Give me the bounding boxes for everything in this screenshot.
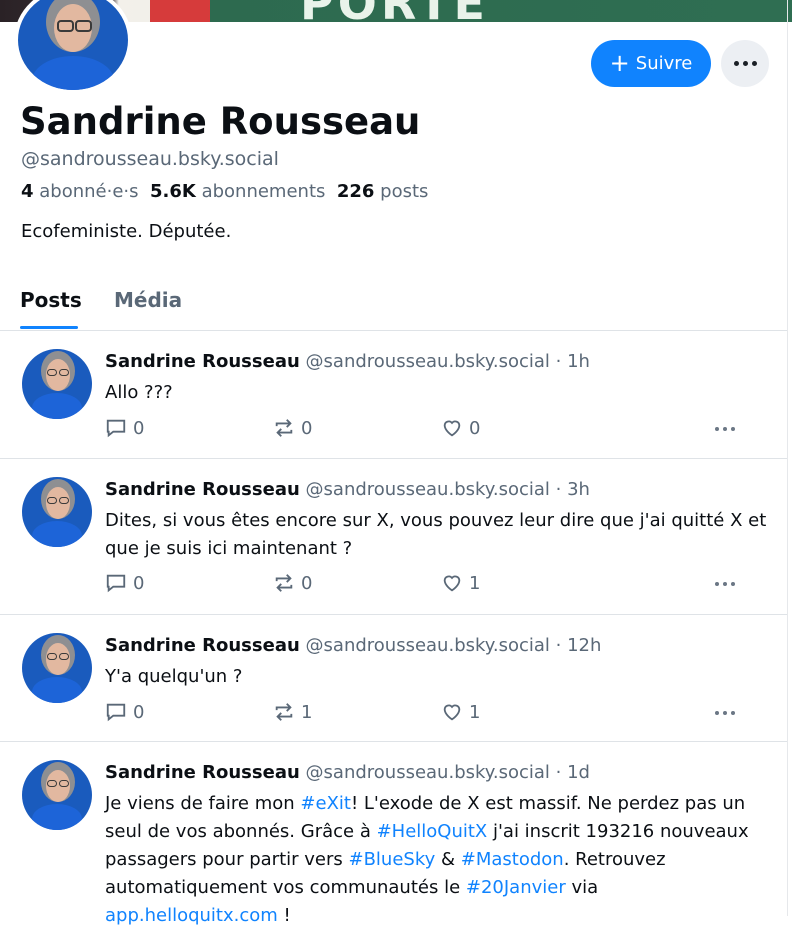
repost-button[interactable]: 0 (273, 417, 312, 439)
post-author[interactable]: Sandrine Rousseau (105, 479, 300, 500)
post-actions: 0 1 1 (105, 701, 735, 725)
reply-icon (106, 419, 126, 438)
avatar-image (18, 0, 128, 90)
post-time[interactable]: · 12h (556, 635, 602, 656)
post-author[interactable]: Sandrine Rousseau (105, 762, 300, 783)
divider (787, 0, 788, 916)
post-time[interactable]: · 3h (556, 479, 590, 500)
hashtag-link[interactable]: #HelloQuitX (377, 821, 488, 842)
post-author[interactable]: Sandrine Rousseau (105, 635, 300, 656)
profile-stats: 4 abonné·e·s 5.6K abonnements 226 posts (21, 181, 428, 202)
profile-avatar[interactable] (14, 0, 132, 94)
hashtag-link[interactable]: #Mastodon (461, 849, 564, 870)
more-dots-icon (733, 61, 757, 66)
post-avatar[interactable] (22, 349, 92, 419)
profile-name: Sandrine Rousseau (20, 100, 421, 143)
like-button[interactable]: 0 (441, 417, 480, 439)
post-actions: 0 0 0 (105, 417, 735, 441)
more-dots-icon (715, 711, 735, 715)
repost-button[interactable]: 1 (273, 701, 312, 723)
post-header: Sandrine Rousseau @sandrousseau.bsky.soc… (105, 479, 590, 500)
post-text: Allo ??? (105, 382, 173, 403)
post-text: Dites, si vous êtes encore sur X, vous p… (105, 510, 767, 559)
reply-icon (106, 703, 126, 722)
hashtag-link[interactable]: #BlueSky (348, 849, 435, 870)
like-button[interactable]: 1 (441, 572, 480, 594)
banner-graphic (150, 0, 210, 22)
post-avatar[interactable] (22, 477, 92, 547)
post-more-button[interactable] (715, 582, 735, 586)
post-header: Sandrine Rousseau @sandrousseau.bsky.soc… (105, 351, 590, 372)
following-link[interactable]: 5.6K abonnements (150, 181, 325, 202)
reply-button[interactable]: 0 (105, 417, 144, 439)
hashtag-link[interactable]: #20Janvier (466, 877, 566, 898)
post-header: Sandrine Rousseau @sandrousseau.bsky.soc… (105, 635, 601, 656)
post-item[interactable]: Sandrine Rousseau @sandrousseau.bsky.soc… (0, 742, 787, 926)
post-text: Y'a quelqu'un ? (105, 666, 243, 687)
posts-count: 226 posts (336, 181, 429, 202)
post-handle: @sandrousseau.bsky.social (305, 351, 550, 372)
follow-label: Suivre (635, 53, 693, 74)
post-handle: @sandrousseau.bsky.social (305, 479, 550, 500)
more-dots-icon (715, 582, 735, 586)
repost-icon (275, 703, 293, 721)
reply-button[interactable]: 0 (105, 701, 144, 723)
followers-link[interactable]: 4 abonné·e·s (21, 181, 139, 202)
profile-bio: Ecofeministe. Députée. (21, 221, 232, 242)
profile-handle: @sandrousseau.bsky.social (21, 148, 279, 170)
post-more-button[interactable] (715, 711, 735, 715)
follow-button[interactable]: + Suivre (591, 40, 711, 87)
post-handle: @sandrousseau.bsky.social (305, 762, 550, 783)
post-author[interactable]: Sandrine Rousseau (105, 351, 300, 372)
repost-icon (275, 419, 293, 437)
banner-graphic-letters: PORTE (300, 0, 489, 22)
profile-more-button[interactable] (721, 40, 769, 87)
plus-icon: + (609, 48, 630, 77)
post-avatar[interactable] (22, 760, 92, 830)
post-item[interactable]: Sandrine Rousseau @sandrousseau.bsky.soc… (0, 615, 787, 742)
tab-posts[interactable]: Posts (20, 288, 82, 312)
post-header: Sandrine Rousseau @sandrousseau.bsky.soc… (105, 762, 590, 783)
post-avatar[interactable] (22, 633, 92, 703)
reply-icon (106, 574, 126, 593)
post-actions: 0 0 1 (105, 572, 735, 596)
like-icon (443, 704, 461, 721)
tab-media[interactable]: Média (114, 288, 182, 312)
post-time[interactable]: · 1h (556, 351, 590, 372)
active-tab-indicator (20, 326, 78, 329)
reply-button[interactable]: 0 (105, 572, 144, 594)
post-item[interactable]: Sandrine Rousseau @sandrousseau.bsky.soc… (0, 331, 787, 459)
post-time[interactable]: · 1d (556, 762, 590, 783)
repost-button[interactable]: 0 (273, 572, 312, 594)
like-icon (443, 420, 461, 437)
profile-tabs: Posts Média (0, 280, 787, 331)
hashtag-link[interactable]: #eXit (300, 793, 351, 814)
repost-icon (275, 574, 293, 592)
like-icon (443, 575, 461, 592)
more-dots-icon (715, 427, 735, 431)
post-handle: @sandrousseau.bsky.social (305, 635, 550, 656)
post-more-button[interactable] (715, 427, 735, 431)
like-button[interactable]: 1 (441, 701, 480, 723)
post-item[interactable]: Sandrine Rousseau @sandrousseau.bsky.soc… (0, 459, 787, 615)
post-text: Je viens de faire mon #eXit! L'exode de … (105, 793, 749, 926)
